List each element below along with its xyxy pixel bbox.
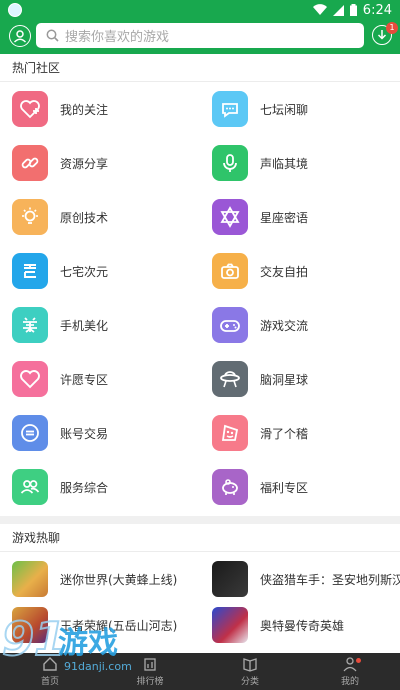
battery-icon bbox=[349, 4, 357, 16]
camera-icon bbox=[212, 253, 248, 289]
nav-category[interactable]: 分类 bbox=[200, 653, 300, 690]
community-item-label: 服务综合 bbox=[60, 480, 109, 495]
top-bar: 搜索你喜欢的游戏 1 bbox=[0, 20, 400, 54]
exchange-icon bbox=[12, 415, 48, 451]
gta-game-icon bbox=[212, 561, 248, 597]
community-item-label: 福利专区 bbox=[260, 480, 309, 495]
community-item[interactable]: 福利专区 bbox=[212, 460, 308, 514]
notification-app-icon bbox=[8, 3, 22, 17]
piggy-bank-icon bbox=[212, 469, 248, 505]
community-item-label: 游戏交流 bbox=[260, 318, 309, 333]
search-icon bbox=[46, 29, 59, 42]
community-item-label: 手机美化 bbox=[60, 318, 109, 333]
community-item-label: 星座密语 bbox=[260, 210, 309, 225]
section-divider bbox=[0, 516, 400, 524]
wifi-icon bbox=[312, 4, 327, 16]
search-input[interactable]: 搜索你喜欢的游戏 bbox=[36, 23, 364, 48]
star-of-david-icon bbox=[212, 199, 248, 235]
watermark-number: 91 bbox=[1, 611, 67, 667]
community-item[interactable]: 脑洞星球 bbox=[212, 352, 308, 406]
community-item[interactable]: 手机美化 bbox=[12, 298, 108, 352]
status-time: 6:24 bbox=[362, 2, 392, 18]
community-item[interactable]: 交友自拍 bbox=[212, 244, 308, 298]
otaku-icon bbox=[12, 253, 48, 289]
signal-icon bbox=[332, 4, 344, 16]
game-chat-item-label: 奥特曼传奇英雄 bbox=[260, 618, 345, 633]
game-chat-item-label: 侠盗猎车手：圣安地列斯汉 bbox=[260, 572, 400, 587]
gamepad-icon bbox=[212, 307, 248, 343]
watermark-brand: 游戏 bbox=[58, 626, 118, 661]
community-item-label: 七坛闲聊 bbox=[260, 102, 309, 117]
link-icon bbox=[12, 145, 48, 181]
community-item-label: 交友自拍 bbox=[260, 264, 309, 279]
community-item[interactable]: 原创技术 bbox=[12, 190, 108, 244]
community-item-label: 七宅次元 bbox=[60, 264, 109, 279]
community-item[interactable]: 滑了个稽 bbox=[212, 406, 308, 460]
game-chat-item[interactable]: 奥特曼传奇英雄 bbox=[212, 598, 344, 652]
status-bar: 6:24 bbox=[0, 0, 400, 20]
community-item[interactable]: 七坛闲聊 bbox=[212, 82, 308, 136]
lightbulb-icon bbox=[12, 199, 48, 235]
ufo-icon bbox=[212, 361, 248, 397]
hot-community-grid: 我的关注 七坛闲聊资源分享 声临其境原创技术 星座密语七宅次元 交友自拍手机美化 游戏交流… bbox=[0, 82, 400, 514]
beautify-icon bbox=[12, 307, 48, 343]
hot-community-header: 热门社区 bbox=[0, 54, 400, 82]
nav-category-label: 分类 bbox=[240, 677, 259, 687]
users-icon bbox=[12, 469, 48, 505]
watermark-url: 91danji.com bbox=[64, 660, 132, 673]
status-left bbox=[8, 3, 22, 17]
community-item-label: 许愿专区 bbox=[60, 372, 109, 387]
game-chat-header: 游戏热聊 bbox=[0, 524, 400, 552]
community-item[interactable]: 星座密语 bbox=[212, 190, 308, 244]
heart-icon bbox=[12, 361, 48, 397]
status-right: 6:24 bbox=[312, 2, 392, 18]
community-item[interactable]: 声临其境 bbox=[212, 136, 308, 190]
community-item-label: 原创技术 bbox=[60, 210, 109, 225]
watermark-logo: 91 游戏 91danji.com bbox=[1, 611, 142, 690]
game-chat-item-label: 迷你世界(大黄蜂上线) bbox=[60, 572, 178, 587]
microphone-icon bbox=[212, 145, 248, 181]
community-item[interactable]: 许愿专区 bbox=[12, 352, 108, 406]
community-item-label: 滑了个稽 bbox=[260, 426, 309, 441]
chat-bubble-icon bbox=[212, 91, 248, 127]
ultraman-game-icon bbox=[212, 607, 248, 643]
community-item[interactable]: 我的关注 bbox=[12, 82, 108, 136]
community-item[interactable]: 资源分享 bbox=[12, 136, 108, 190]
funny-face-icon bbox=[212, 415, 248, 451]
community-item[interactable]: 七宅次元 bbox=[12, 244, 108, 298]
category-icon bbox=[243, 658, 257, 672]
user-icon bbox=[13, 30, 27, 43]
community-item-label: 账号交易 bbox=[60, 426, 109, 441]
notification-dot bbox=[356, 658, 361, 663]
community-item-label: 我的关注 bbox=[60, 102, 109, 117]
community-item[interactable]: 游戏交流 bbox=[212, 298, 308, 352]
mini-world-game-icon bbox=[12, 561, 48, 597]
community-item-label: 声临其境 bbox=[260, 156, 309, 171]
community-item[interactable]: 账号交易 bbox=[12, 406, 108, 460]
community-item[interactable]: 服务综合 bbox=[12, 460, 108, 514]
search-placeholder: 搜索你喜欢的游戏 bbox=[65, 30, 170, 45]
nav-profile-label: 我的 bbox=[340, 677, 359, 687]
community-item-label: 脑洞星球 bbox=[260, 372, 309, 387]
community-item-label: 资源分享 bbox=[60, 156, 109, 171]
user-profile-button[interactable] bbox=[9, 25, 31, 47]
ranking-icon bbox=[144, 658, 156, 671]
nav-profile[interactable]: 我的 bbox=[300, 653, 400, 690]
download-count-badge: 1 bbox=[386, 22, 398, 34]
heart-plus-icon bbox=[12, 91, 48, 127]
